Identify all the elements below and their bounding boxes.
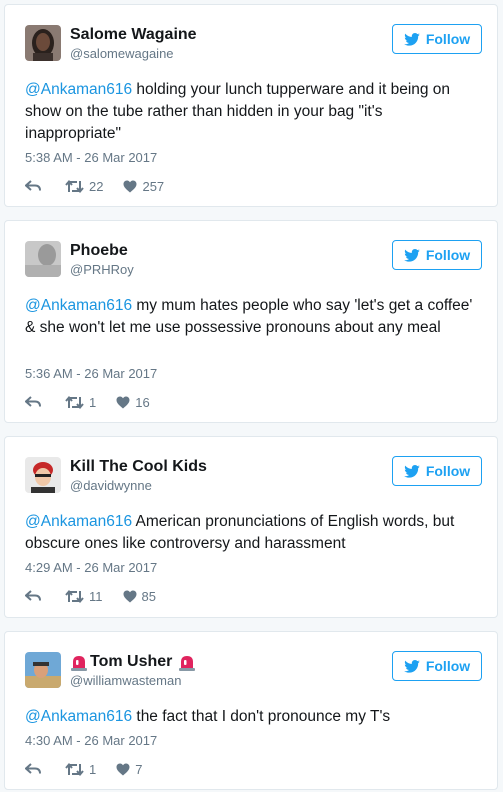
user-name[interactable]: Phoebe [70, 241, 128, 261]
retweet-icon [65, 179, 84, 193]
like-count: 257 [142, 178, 165, 194]
mention-link[interactable]: @Ankaman616 [25, 297, 132, 314]
retweet-count: 11 [89, 588, 103, 604]
heart-icon [116, 396, 130, 408]
retweet-button[interactable]: 11 [65, 589, 103, 604]
tweet-card: Phoebe @PRHRoy Follow @Ankaman616 my mum… [4, 220, 498, 423]
like-count: 16 [135, 394, 150, 410]
reply-button[interactable] [25, 180, 43, 192]
heart-icon [123, 180, 137, 192]
twitter-bird-icon [404, 464, 420, 478]
follow-label: Follow [425, 247, 471, 263]
reply-button[interactable] [25, 396, 43, 408]
retweet-count: 1 [89, 394, 97, 410]
heart-icon [123, 590, 136, 602]
retweet-icon [65, 395, 84, 409]
reply-button[interactable] [25, 763, 43, 775]
like-button[interactable]: 7 [116, 762, 142, 777]
avatar[interactable] [25, 25, 61, 61]
tweet-timestamp[interactable]: 5:36 AM - 26 Mar 2017 [25, 366, 157, 382]
reply-icon [25, 180, 41, 191]
user-handle[interactable]: @williamwasteman [70, 672, 181, 690]
user-handle[interactable]: @davidwynne [70, 477, 152, 495]
follow-button[interactable]: Follow [392, 24, 482, 54]
follow-label: Follow [425, 31, 471, 47]
follow-label: Follow [425, 463, 471, 479]
retweet-count: 22 [89, 178, 104, 194]
reply-icon [25, 396, 41, 407]
like-count: 7 [135, 761, 143, 777]
user-name[interactable]: Salome Wagaine [70, 25, 197, 45]
tweet-text: @Ankaman616 holding your lunch tupperwar… [25, 81, 451, 142]
like-count: 85 [141, 588, 156, 604]
tweet-actions: 1 7 [25, 760, 142, 778]
follow-button[interactable]: Follow [392, 240, 482, 270]
retweet-button[interactable]: 1 [65, 395, 96, 410]
like-button[interactable]: 257 [123, 179, 164, 194]
tweet-card: Tom Usher @williamwasteman Follow @Ankam… [4, 631, 498, 790]
tweet-card: Kill The Cool Kids @davidwynne Follow @A… [4, 436, 498, 618]
retweet-icon [65, 762, 84, 776]
tweet-actions: 11 85 [25, 587, 156, 605]
siren-icon [179, 655, 196, 671]
tweet-timestamp[interactable]: 4:29 AM - 26 Mar 2017 [25, 560, 157, 576]
tweet-actions: 1 16 [25, 393, 150, 411]
twitter-bird-icon [404, 248, 420, 262]
avatar[interactable] [25, 241, 61, 277]
tweet-timestamp[interactable]: 4:30 AM - 26 Mar 2017 [25, 733, 157, 749]
reply-button[interactable] [25, 590, 43, 602]
avatar[interactable] [25, 457, 61, 493]
mention-link[interactable]: @Ankaman616 [25, 81, 132, 98]
twitter-bird-icon [404, 659, 420, 673]
tweet-card: Salome Wagaine @salomewagaine Follow @An… [4, 4, 498, 207]
heart-icon [116, 763, 130, 775]
tweet-text: @Ankaman616 my mum hates people who say … [25, 297, 473, 336]
retweet-icon [65, 589, 84, 603]
retweet-button[interactable]: 22 [65, 179, 103, 194]
like-button[interactable]: 16 [116, 394, 150, 410]
siren-icon [71, 655, 87, 671]
tweet-text: @Ankaman616 the fact that I don't pronou… [25, 708, 391, 725]
user-name[interactable]: Kill The Cool Kids [70, 457, 207, 477]
retweet-button[interactable]: 1 [65, 762, 96, 777]
follow-label: Follow [425, 658, 471, 674]
tweet-text: @Ankaman616 American pronunciations of E… [25, 513, 455, 552]
user-handle[interactable]: @salomewagaine [70, 45, 174, 63]
tweet-actions: 22 257 [25, 177, 164, 195]
like-button[interactable]: 85 [123, 589, 156, 604]
twitter-bird-icon [404, 32, 420, 46]
mention-link[interactable]: @Ankaman616 [25, 513, 132, 530]
tweet-timestamp[interactable]: 5:38 AM - 26 Mar 2017 [25, 150, 157, 166]
avatar[interactable] [25, 652, 61, 688]
follow-button[interactable]: Follow [392, 651, 482, 681]
user-name[interactable]: Tom Usher [70, 652, 196, 672]
mention-link[interactable]: @Ankaman616 [25, 708, 132, 725]
follow-button[interactable]: Follow [392, 456, 482, 486]
retweet-count: 1 [89, 761, 97, 777]
user-handle[interactable]: @PRHRoy [70, 261, 134, 279]
reply-icon [25, 590, 41, 601]
reply-icon [25, 763, 41, 774]
